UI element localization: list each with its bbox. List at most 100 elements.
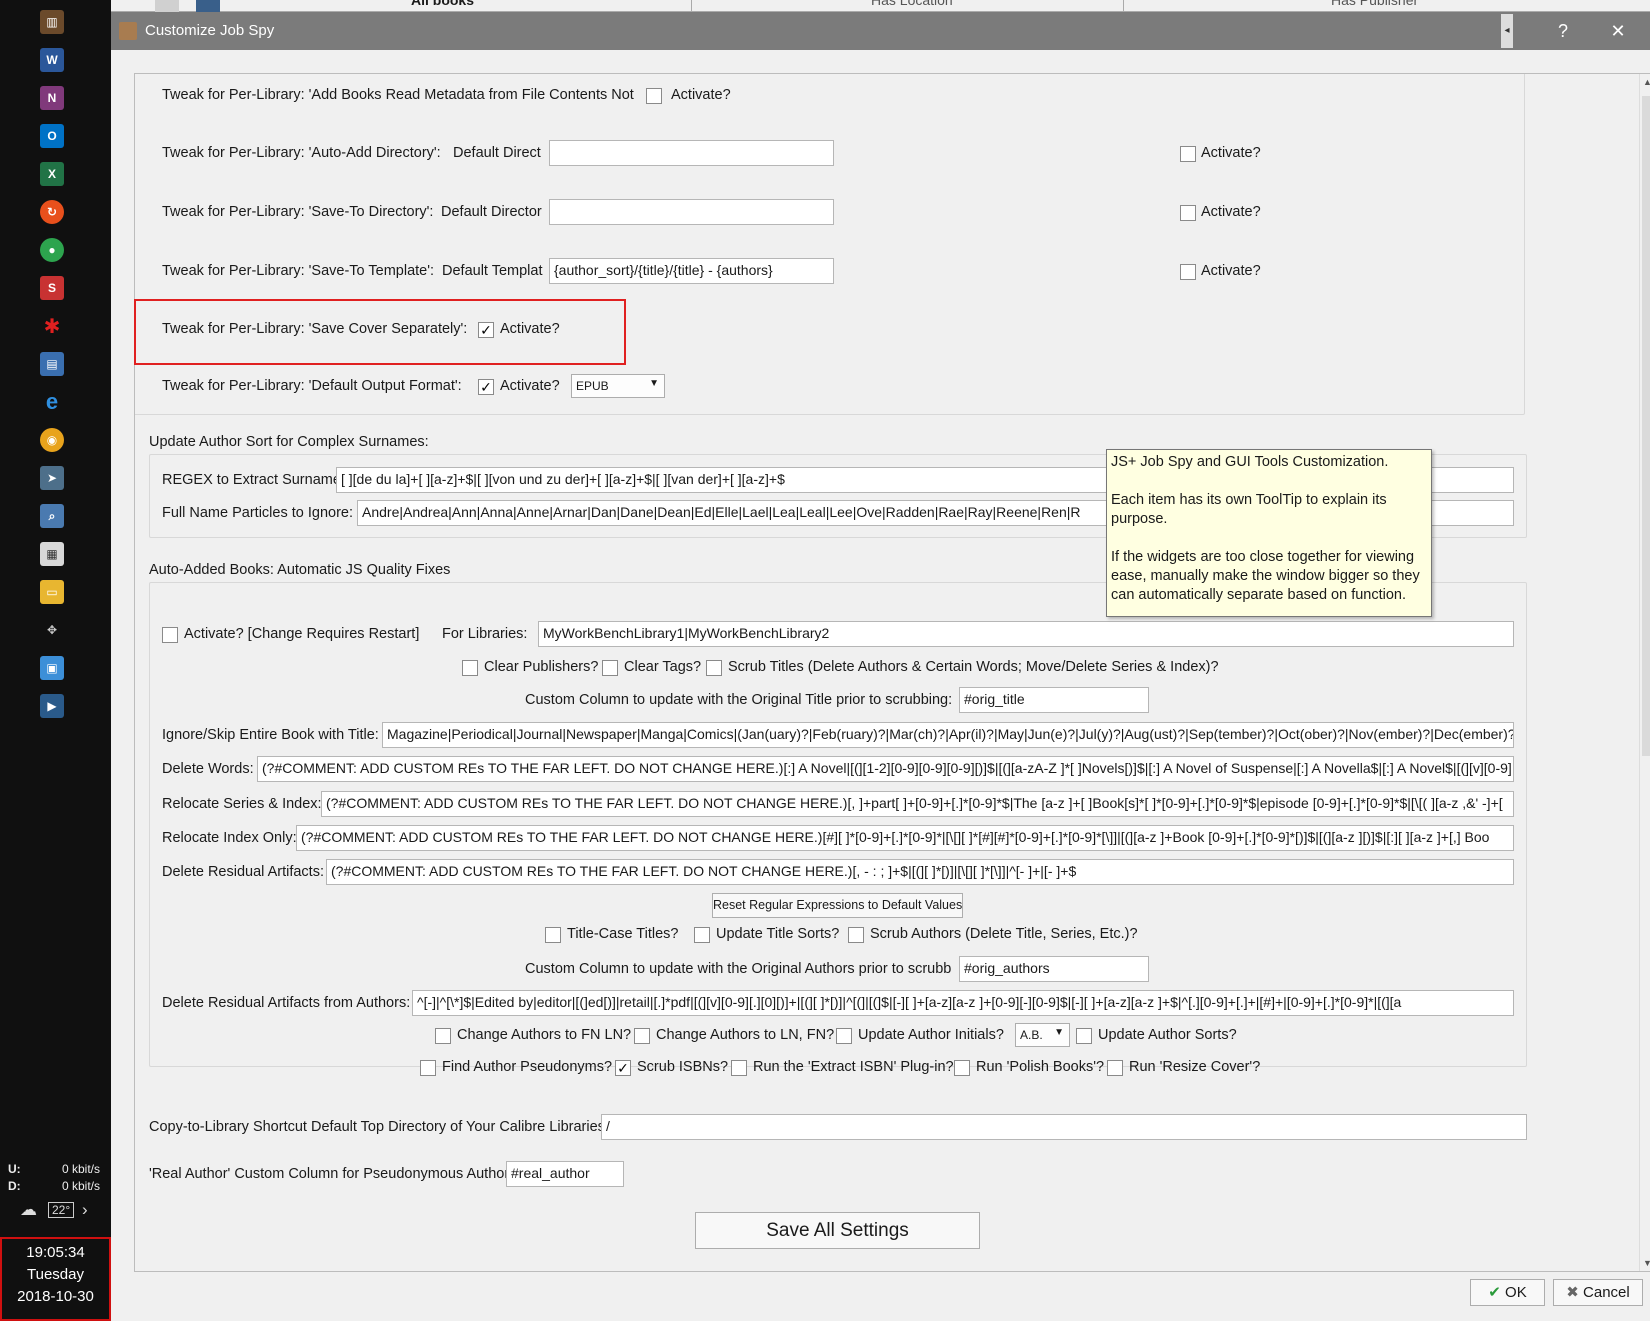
cancel-button[interactable]: ✖ Cancel [1553,1279,1643,1306]
quality-activate-checkbox[interactable] [162,627,178,643]
save-to-directory-field[interactable] [549,199,834,225]
net-download: D: 0 kbit/s [8,1179,100,1193]
scrollbar-thumb[interactable] [1642,96,1650,756]
ignore-title-field[interactable]: Magazine|Periodical|Journal|Newspaper|Ma… [382,722,1514,748]
scanner-icon[interactable]: ▤ [40,352,64,376]
word-icon[interactable]: W [40,48,64,72]
title-case-checkbox[interactable] [545,927,561,943]
copy-to-library-field[interactable]: / [601,1114,1527,1140]
output-format-dropdown[interactable]: EPUB ▼ [571,374,665,398]
tweak-auto-add-checkbox[interactable] [1180,146,1196,162]
scrub-isbns-checkbox[interactable]: ✓ [615,1060,631,1076]
scrub-isbns-label: Scrub ISBNs? [637,1059,729,1075]
for-libraries-field[interactable]: MyWorkBenchLibrary1|MyWorkBenchLibrary2 [538,621,1514,647]
help-button[interactable]: ? [1540,12,1586,50]
reset-regex-button[interactable]: Reset Regular Expressions to Default Val… [712,893,963,918]
app-arrow-icon[interactable]: ➤ [40,466,64,490]
dialog-title: Customize Job Spy [145,22,275,39]
tab-all-books[interactable]: All books [411,0,474,8]
clear-publishers-checkbox[interactable] [462,660,478,676]
author-sorts-checkbox[interactable] [1076,1028,1092,1044]
tab-has-publisher[interactable]: Has Publisher [1331,0,1418,8]
ok-button[interactable]: ✔ OK [1470,1279,1545,1306]
orig-authors-label: Custom Column to update with the Origina… [525,961,951,977]
relocate-index-field[interactable]: (?#COMMENT: ADD CUSTOM REs TO THE FAR LE… [296,825,1514,851]
green-app-icon[interactable]: ● [40,238,64,262]
resize-cover-label: Run 'Resize Cover'? [1129,1059,1261,1075]
copy-to-library-label: Copy-to-Library Shortcut Default Top Dir… [149,1119,609,1135]
tweak-output-format-label: Tweak for Per-Library: 'Default Output F… [162,378,462,394]
scroll-up-icon[interactable]: ▲ [1643,77,1650,87]
delete-words-field[interactable]: (?#COMMENT: ADD CUSTOM REs TO THE FAR LE… [257,756,1514,782]
fn-ln-checkbox[interactable] [435,1028,451,1044]
s-app-icon[interactable]: S [40,276,64,300]
sync-icon[interactable]: ↻ [40,200,64,224]
close-button[interactable]: ✕ [1595,12,1641,50]
collapse-handle-icon[interactable]: ◂ [1501,14,1513,48]
chrome-icon[interactable]: ◉ [40,428,64,452]
ln-fn-checkbox[interactable] [634,1028,650,1044]
extract-isbn-checkbox[interactable] [731,1060,747,1076]
residual-authors-field[interactable]: ^[-]|^[\*]$|Edited by|editor|[(]ed[)]|re… [412,990,1514,1016]
update-title-sorts-checkbox[interactable] [694,927,710,943]
scroll-down-icon[interactable]: ▼ [1643,1258,1650,1268]
vertical-scrollbar[interactable]: ▲ ▼ [1639,74,1650,1271]
author-initials-checkbox[interactable] [836,1028,852,1044]
author-initials-label: Update Author Initials? [858,1027,1004,1043]
customize-job-spy-dialog: Customize Job Spy ◂ ? ✕ Tweak for Per-Li… [111,12,1650,1321]
red-star-icon[interactable]: ✱ [40,314,64,338]
calculator-icon[interactable]: ▦ [40,542,64,566]
auto-add-directory-field[interactable] [549,140,834,166]
file-explorer-icon[interactable]: ▭ [40,580,64,604]
net-down-value: 0 kbit/s [61,1179,100,1193]
clear-tags-checkbox[interactable] [602,660,618,676]
polish-books-checkbox[interactable] [954,1060,970,1076]
tweak-save-to-template-activate-label: Activate? [1201,263,1261,279]
app-icon [196,0,220,12]
pseudonyms-label: Find Author Pseudonyms? [442,1059,613,1075]
dialog-titlebar[interactable]: Customize Job Spy ◂ ? ✕ [111,12,1650,50]
scrub-titles-checkbox[interactable] [706,660,722,676]
for-libraries-label: For Libraries: [442,626,528,642]
document-search-icon[interactable]: ⌕ [40,504,64,528]
scrub-authors-checkbox[interactable] [848,927,864,943]
onenote-icon[interactable]: N [40,86,64,110]
excel-icon[interactable]: X [40,162,64,186]
edge-icon[interactable]: e [40,389,64,414]
residual-artifacts-field[interactable]: (?#COMMENT: ADD CUSTOM REs TO THE FAR LE… [326,859,1514,885]
real-author-field[interactable]: #real_author [506,1161,624,1187]
tweak-output-format-checkbox[interactable]: ✓ [478,379,494,395]
orig-title-field[interactable]: #orig_title [959,687,1149,713]
control-panel-icon[interactable]: ▣ [40,656,64,680]
tweak-add-books-checkbox[interactable] [646,88,662,104]
highlight-annotation [134,299,626,365]
tweak-save-to-dir-checkbox[interactable] [1180,205,1196,221]
tweak-add-books-label: Tweak for Per-Library: 'Add Books Read M… [162,87,637,103]
ln-fn-label: Change Authors to LN, FN? [656,1027,835,1043]
tray-temp[interactable]: 22° [48,1202,75,1218]
resize-cover-checkbox[interactable] [1107,1060,1123,1076]
initials-format-dropdown[interactable]: A.B. ▼ [1015,1023,1070,1047]
pseudonyms-checkbox[interactable] [420,1060,436,1076]
tab-has-location[interactable]: Has Location [871,0,953,8]
media-app-icon[interactable]: ▶ [40,694,64,718]
scrub-titles-label: Scrub Titles (Delete Authors & Certain W… [728,659,1219,675]
tweak-save-to-template-checkbox[interactable] [1180,264,1196,280]
chevron-right-icon[interactable]: › [82,1200,88,1220]
save-all-settings-button[interactable]: Save All Settings [695,1212,980,1249]
move-icon[interactable]: ✥ [40,618,64,642]
outlook-icon[interactable]: O [40,124,64,148]
settings-scroll-area[interactable]: Tweak for Per-Library: 'Add Books Read M… [134,73,1650,1272]
net-up-value: 0 kbit/s [61,1162,100,1176]
check-icon: ✔ [1488,1284,1501,1301]
tweak-auto-add-default-label: Default Direct [453,145,541,161]
orig-authors-field[interactable]: #orig_authors [959,956,1149,982]
calibre-icon[interactable]: ▥ [40,10,64,34]
relocate-series-field[interactable]: (?#COMMENT: ADD CUSTOM REs TO THE FAR LE… [321,791,1514,817]
real-author-label: 'Real Author' Custom Column for Pseudony… [149,1166,517,1182]
taskbar-clock[interactable]: 19:05:34 Tuesday 2018-10-30 [0,1237,111,1321]
cloud-icon[interactable]: ☁ [20,1200,37,1220]
quality-activate-label: Activate? [Change Requires Restart] [184,626,420,642]
extract-isbn-label: Run the 'Extract ISBN' Plug-in? [753,1059,954,1075]
save-to-template-field[interactable]: {author_sort}/{title}/{title} - {authors… [549,258,834,284]
